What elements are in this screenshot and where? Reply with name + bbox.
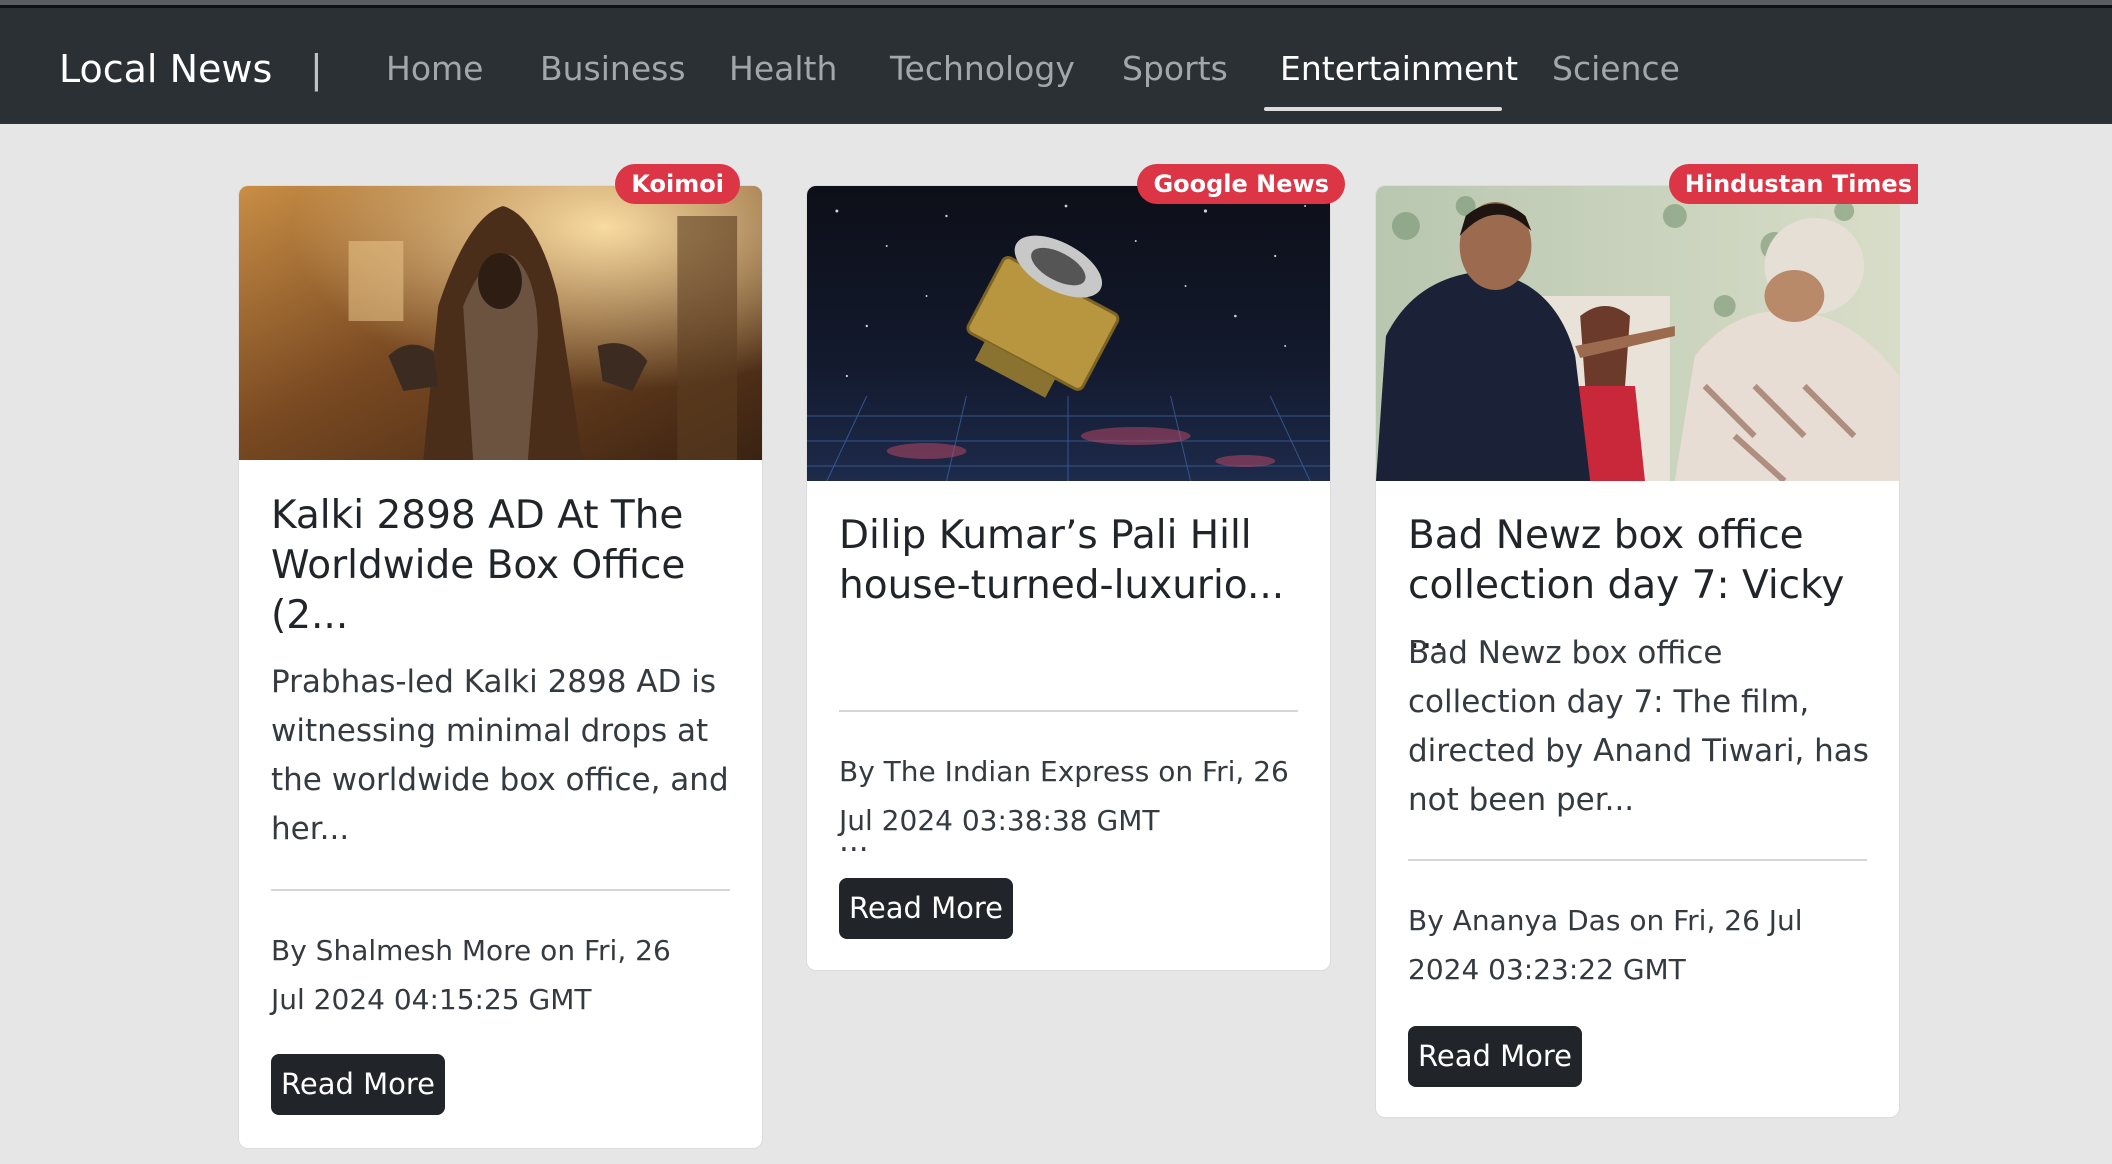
article-byline: By Ananya Das on Fri, 26 Jul 2024 03:23:…	[1408, 904, 1803, 986]
brand-logo[interactable]: Local News	[59, 41, 272, 97]
read-more-button[interactable]: Read More	[1408, 1026, 1582, 1087]
card-divider	[1408, 859, 1867, 861]
read-more-button[interactable]: Read More	[839, 878, 1013, 939]
nav-link-entertainment[interactable]: Entertainment	[1280, 41, 1518, 97]
nav-link-sports[interactable]: Sports	[1122, 41, 1228, 97]
nav-link-health[interactable]: Health	[729, 41, 837, 97]
news-card: Kalki 2898 AD At The Worldwide Box Offic…	[238, 185, 763, 1149]
card-divider	[839, 710, 1298, 712]
nav-link-technology[interactable]: Technology	[890, 41, 1075, 97]
brand-separator: |	[310, 47, 323, 91]
active-tab-indicator	[1264, 107, 1502, 111]
news-card: Dilip Kumar’s Pali Hill house-turned-lux…	[806, 185, 1331, 971]
article-image[interactable]	[1376, 186, 1899, 481]
article-title[interactable]: Kalki 2898 AD At The Worldwide Box Offic…	[271, 491, 734, 641]
top-navbar: Local News | Home Business Health Techno…	[0, 0, 2112, 124]
news-card: Bad Newz box office collection day 7: Vi…	[1375, 185, 1900, 1118]
nav-link-science[interactable]: Science	[1552, 41, 1680, 97]
source-badge: Koimoi	[615, 164, 740, 204]
article-image[interactable]	[807, 186, 1330, 481]
read-more-button[interactable]: Read More	[271, 1054, 445, 1115]
article-image[interactable]	[239, 186, 762, 460]
source-badge: Hindustan Times	[1668, 164, 1918, 204]
nav-link-business[interactable]: Business	[540, 41, 686, 97]
article-description: Bad Newz box office collection day 7: Th…	[1408, 635, 1869, 818]
article-description: Prabhas-led Kalki 2898 AD is witnessing …	[271, 664, 729, 847]
nav-link-home[interactable]: Home	[386, 41, 483, 97]
article-title[interactable]: Dilip Kumar’s Pali Hill house-turned-lux…	[839, 511, 1302, 611]
card-divider	[271, 889, 730, 891]
article-byline: By The Indian Express on Fri, 26 Jul 202…	[839, 755, 1289, 837]
article-byline: By Shalmesh More on Fri, 26 Jul 2024 04:…	[271, 934, 671, 1016]
source-badge: Google News	[1137, 164, 1345, 204]
